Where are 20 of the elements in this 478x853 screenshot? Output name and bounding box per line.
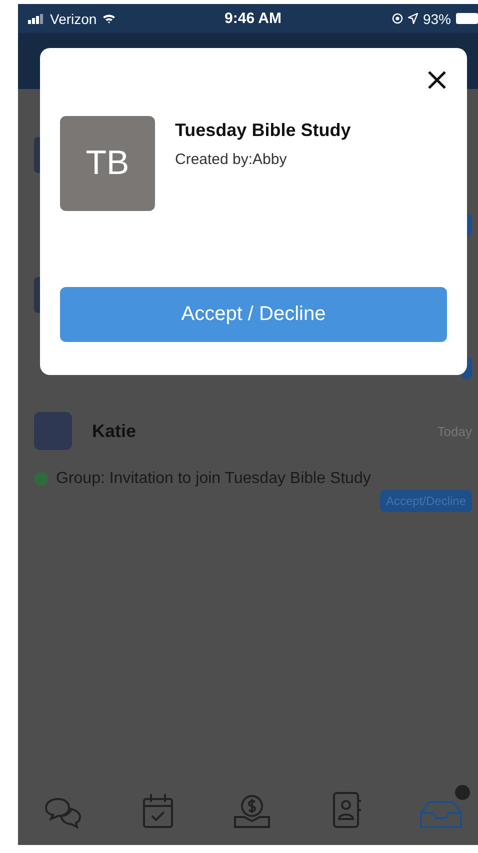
carrier-name: Verizon (50, 10, 97, 26)
sender-name: Katie (92, 420, 138, 442)
coin-hand-icon (233, 793, 271, 829)
accept-decline-button[interactable]: Accept / Decline (60, 287, 447, 342)
lock-rotation-icon (392, 13, 403, 24)
group-avatar: TB (60, 116, 155, 211)
location-icon (408, 13, 418, 24)
clock-time: 9:46 AM (224, 10, 282, 27)
battery-percent: 93% (422, 10, 451, 26)
signal-icon (28, 14, 45, 24)
inbox-icon (419, 799, 463, 829)
group-title: Tuesday Bible Study (175, 120, 351, 141)
battery-icon (456, 13, 478, 24)
inbox-tab[interactable] (418, 785, 470, 829)
created-by-text: Created by:Abby (175, 151, 288, 168)
contact-book-icon (332, 791, 362, 829)
calendar-icon (142, 793, 174, 829)
wifi-icon (102, 13, 116, 24)
close-icon[interactable] (427, 70, 447, 90)
chat-icon (43, 797, 83, 829)
